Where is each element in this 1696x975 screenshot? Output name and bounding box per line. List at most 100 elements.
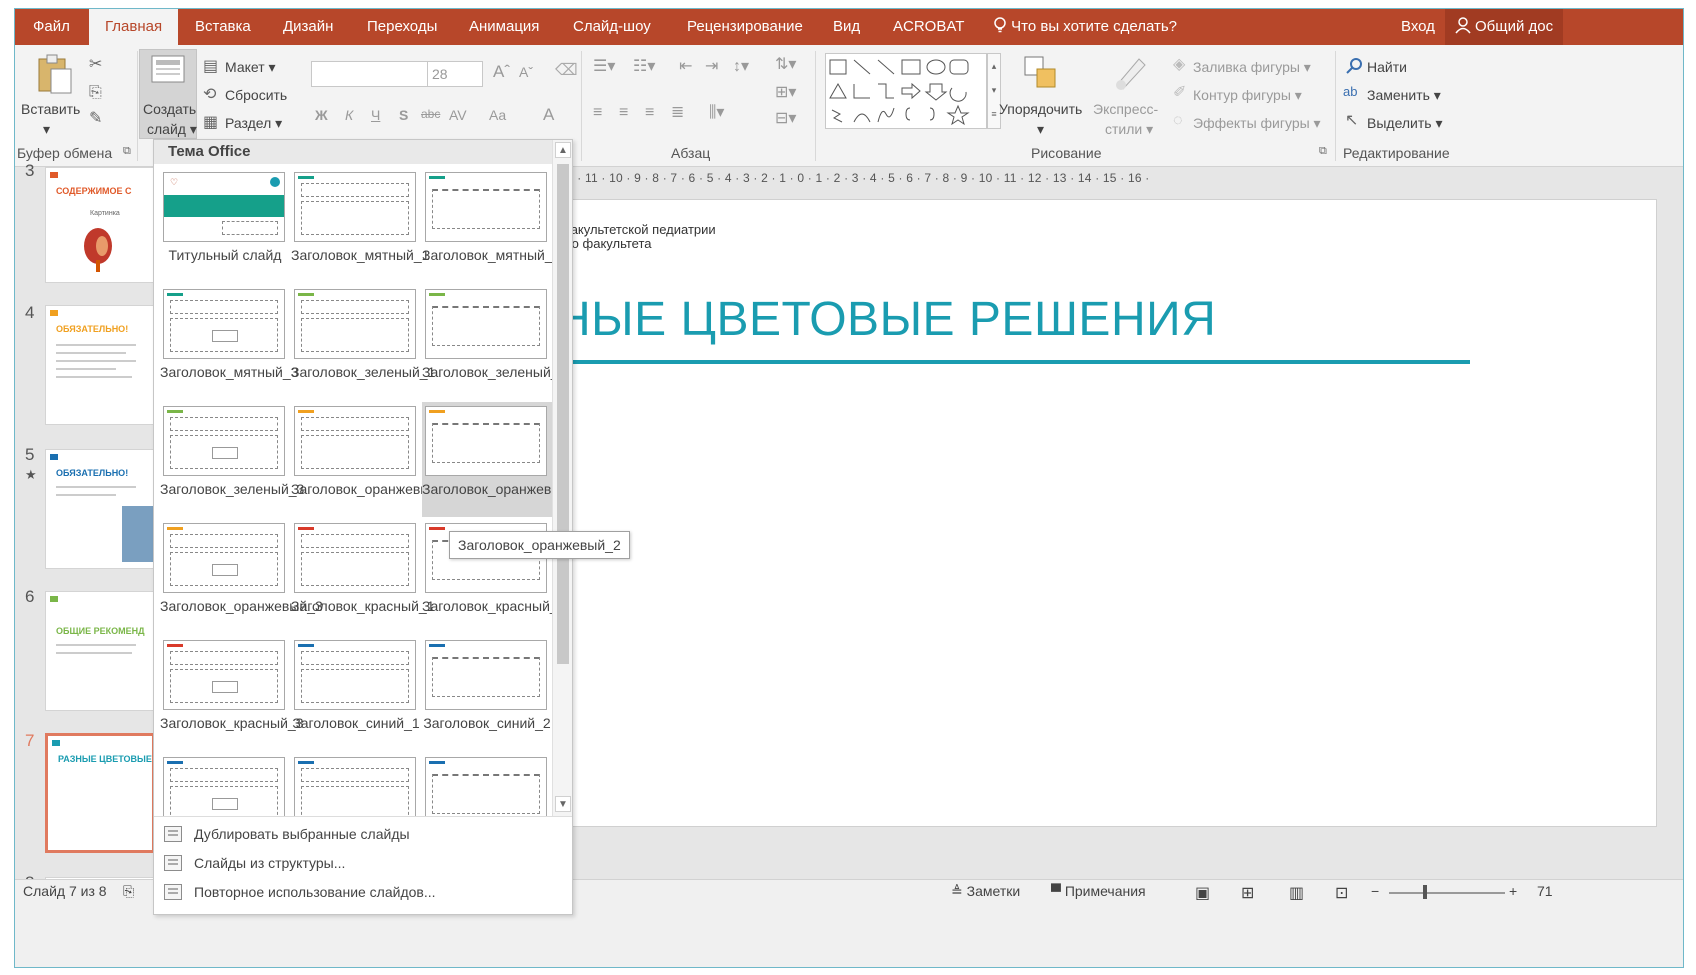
font-size-combo[interactable]: 28 (427, 61, 483, 87)
tab-file[interactable]: Файл (31, 9, 72, 45)
layout-option[interactable] (160, 753, 290, 816)
tab-insert[interactable]: Вставка (193, 9, 253, 45)
align-center-icon[interactable]: ≡ (619, 105, 628, 121)
copy-icon[interactable]: ⎘ (89, 85, 102, 101)
align-left-icon[interactable]: ≡ (593, 105, 602, 121)
select-button[interactable]: Выделить ▾ (1367, 115, 1443, 132)
replace-button[interactable]: Заменить ▾ (1367, 87, 1441, 104)
change-case-button[interactable]: Aa (489, 107, 506, 123)
scroll-up-arrow[interactable]: ▲ (555, 142, 571, 158)
layout-option[interactable]: Заголовок_синий_2 (422, 636, 552, 751)
grow-font-icon[interactable]: Aˆ (493, 63, 510, 80)
layout-option[interactable]: Заголовок_зеленый_1 (291, 285, 435, 400)
justify-icon[interactable]: ≣ (671, 105, 684, 121)
section-button[interactable]: Раздел ▾ (225, 115, 282, 132)
tab-animation[interactable]: Анимация (467, 9, 541, 45)
align-text-icon[interactable]: ⊞▾ (775, 85, 796, 101)
reset-button[interactable]: Сбросить (225, 87, 287, 103)
layout-option[interactable]: Заголовок_красный_3 (160, 636, 304, 751)
layout-option[interactable]: Заголовок_оранжевый_1 (291, 402, 454, 517)
bold-button[interactable]: Ж (315, 107, 328, 123)
arrange-dropdown-arrow[interactable]: ▾ (1037, 121, 1044, 138)
shrink-font-icon[interactable]: Aˇ (519, 65, 533, 79)
shapes-gallery[interactable] (825, 53, 987, 129)
paste-button[interactable]: Вставить (21, 101, 80, 117)
tab-design[interactable]: Дизайн (281, 9, 335, 45)
slide-thumbnail-7-selected[interactable]: РАЗНЫЕ ЦВЕТОВЫЕ (45, 733, 155, 853)
layout-option[interactable]: Заголовок_оранжевый_2 (422, 402, 552, 517)
signin-link[interactable]: Вход (1401, 9, 1435, 45)
underline-button[interactable]: Ч (371, 107, 380, 123)
reuse-slides-item[interactable]: Повторное использование слайдов... (154, 878, 572, 907)
dialog-launcher-icon[interactable]: ⧉ (123, 146, 131, 157)
normal-view-icon[interactable]: ▣ (1195, 883, 1210, 903)
layout-option[interactable]: Заголовок_оранжевый_3 (160, 519, 323, 634)
slide-thumbnail-3[interactable]: СОДЕРЖИМОЕ С Картинка (45, 167, 155, 283)
quick-styles-label-1[interactable]: Экспресс- (1093, 101, 1158, 117)
layout-option[interactable]: Заголовок_синий_1 (291, 636, 421, 751)
slides-from-outline-item[interactable]: Слайды из структуры... (154, 849, 572, 878)
share-button[interactable]: Общий дос (1445, 9, 1564, 45)
layout-option[interactable]: Заголовок_красный_1 (291, 519, 435, 634)
layout-option[interactable]: Заголовок_мятный_3 (160, 285, 298, 400)
slide-thumbnail-5[interactable]: ОБЯЗАТЕЛЬНО! (45, 449, 155, 569)
layout-option[interactable]: Заголовок_зеленый_3 (160, 402, 304, 517)
layout-button[interactable]: Макет ▾ (225, 59, 276, 76)
slideshow-view-icon[interactable]: ⊡ (1335, 883, 1348, 903)
zoom-level[interactable]: 71 (1537, 883, 1553, 899)
format-painter-icon[interactable]: ✎ (89, 111, 102, 127)
tab-acrobat[interactable]: ACROBAT (891, 9, 966, 45)
dropdown-scrollbar[interactable]: ▲ ▼ (552, 140, 572, 816)
paste-dropdown-arrow[interactable]: ▾ (43, 121, 50, 138)
slide-thumbnail-4[interactable]: ОБЯЗАТЕЛЬНО! (45, 305, 155, 425)
slide-subtitle-line-1[interactable]: факультетской педиатрии (560, 222, 716, 237)
zoom-in-button[interactable]: + (1509, 883, 1517, 899)
layout-option[interactable] (422, 753, 552, 816)
find-button[interactable]: Найти (1367, 59, 1407, 75)
zoom-out-button[interactable]: − (1371, 883, 1379, 899)
text-direction-icon[interactable]: ⇅▾ (775, 57, 796, 73)
tab-view[interactable]: Вид (831, 9, 862, 45)
align-right-icon[interactable]: ≡ (645, 105, 654, 121)
tab-review[interactable]: Рецензирование (685, 9, 805, 45)
slide-thumbnail-6[interactable]: ОБЩИЕ РЕКОМЕНД (45, 591, 155, 711)
layout-option[interactable] (291, 753, 421, 816)
comments-button[interactable]: ▀ Примечания (1051, 883, 1146, 899)
bullets-icon[interactable]: ☰▾ (593, 59, 615, 75)
dialog-launcher-icon[interactable]: ⧉ (1319, 146, 1327, 157)
slide-subtitle-line-2[interactable]: ого факультета (560, 236, 652, 251)
slide-canvas[interactable]: факультетской педиатрии ого факультета Н… (545, 199, 1657, 827)
decrease-indent-icon[interactable]: ⇤ (679, 59, 692, 75)
char-spacing-button[interactable]: AV (449, 107, 467, 123)
strikethrough-button[interactable]: abc (421, 107, 440, 121)
layout-option[interactable]: Заголовок_мятный_1 (291, 168, 429, 283)
tab-slideshow[interactable]: Слайд-шоу (571, 9, 653, 45)
slide-sorter-icon[interactable]: ⊞ (1241, 883, 1254, 903)
cut-icon[interactable]: ✂ (89, 57, 102, 73)
slide-title[interactable]: НЫЕ ЦВЕТОВЫЕ РЕШЕНИЯ (556, 292, 1216, 347)
shadow-button[interactable]: S (399, 107, 408, 123)
columns-icon[interactable]: ⫼▾ (709, 105, 724, 121)
tab-home[interactable]: Главная (89, 9, 179, 45)
layout-option[interactable]: Заголовок_зеленый_2 (422, 285, 552, 400)
smartart-icon[interactable]: ⊟▾ (775, 111, 796, 127)
duplicate-slides-item[interactable]: Дублировать выбранные слайды (154, 820, 572, 849)
font-name-combo[interactable] (311, 61, 431, 87)
zoom-slider-handle[interactable] (1423, 885, 1427, 899)
quick-styles-label-2[interactable]: стили ▾ (1105, 121, 1153, 138)
spellcheck-icon[interactable]: ⎘ (123, 883, 134, 900)
notes-button[interactable]: ≜ Заметки (951, 883, 1020, 900)
shape-effects-button[interactable]: Эффекты фигуры ▾ (1193, 115, 1321, 132)
scrollbar-thumb[interactable] (557, 164, 569, 664)
numbering-icon[interactable]: ☷▾ (633, 59, 655, 75)
font-color-button[interactable]: A (543, 105, 554, 125)
layout-option[interactable]: ♡ Титульный слайд (160, 168, 290, 283)
shapes-gallery-scroll[interactable]: ▴ ▾ ≡ (987, 53, 1001, 129)
line-spacing-icon[interactable]: ↕▾ (733, 59, 749, 75)
shape-fill-button[interactable]: Заливка фигуры ▾ (1193, 59, 1311, 76)
clear-format-icon[interactable]: ⌫ (555, 63, 578, 79)
shape-outline-button[interactable]: Контур фигуры ▾ (1193, 87, 1302, 104)
zoom-slider-track[interactable] (1389, 892, 1505, 894)
arrange-button[interactable]: Упорядочить (999, 101, 1082, 117)
layout-option[interactable]: Заголовок_мятный_2 (422, 168, 552, 283)
